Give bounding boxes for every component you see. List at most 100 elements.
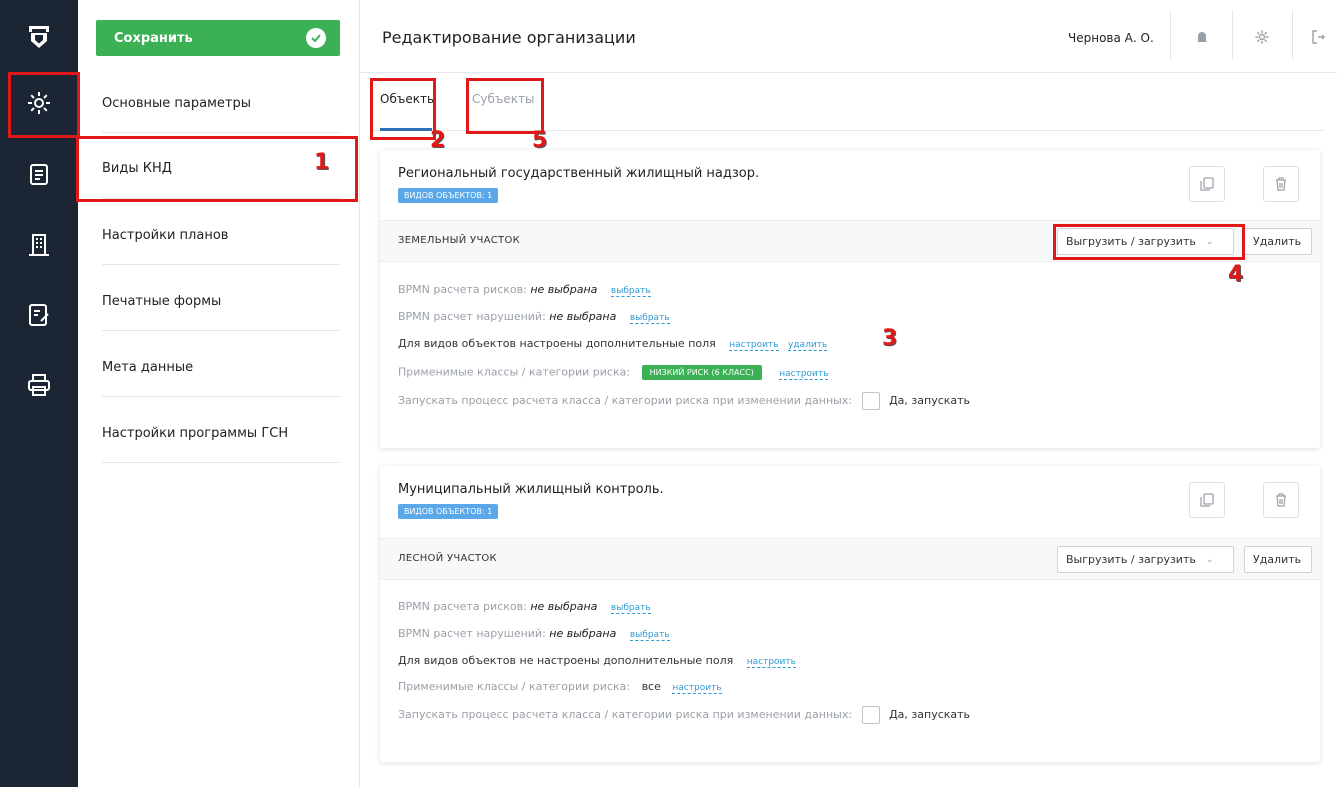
extra-fields-row: Для видов объектов не настроены дополнит… xyxy=(398,654,796,668)
process-row: Запускать процесс расчета класса / катег… xyxy=(398,706,970,724)
row-value: не выбрана xyxy=(549,310,617,323)
logout-icon[interactable] xyxy=(1303,22,1333,52)
divider xyxy=(102,330,340,331)
annotation-number-1: 1 xyxy=(314,150,330,175)
sidebar-item-gsn-settings[interactable]: Настройки программы ГСН xyxy=(102,426,340,441)
bpmn-risk-row: BPMN расчета рисков: не выбрана выбрать xyxy=(398,600,651,614)
divider xyxy=(1292,10,1293,60)
checkbox-label: Да, запускать xyxy=(889,708,971,721)
risk-class-badge: низкий риск (6 класс) xyxy=(641,365,762,380)
object-count-badge: видов объектов: 1 xyxy=(398,188,499,203)
trash-icon xyxy=(1276,493,1286,507)
annotation-frame-2 xyxy=(370,78,436,140)
copy-icon xyxy=(1200,177,1214,191)
sidebar-item-label: Настройки программы ГСН xyxy=(102,426,289,441)
knd-card: Муниципальный жилищный контроль. видов о… xyxy=(380,466,1320,762)
row-label: BPMN расчета рисков: xyxy=(398,600,527,613)
select-bpmn-risk-link[interactable]: выбрать xyxy=(610,603,651,614)
annotation-number-2: 2 xyxy=(430,128,446,153)
annotation-frame-gear xyxy=(8,72,80,138)
save-button-label: Сохранить xyxy=(114,30,193,46)
annotation-frame-5 xyxy=(466,78,544,134)
configure-classes-link[interactable]: настроить xyxy=(672,683,722,694)
edit-doc-icon[interactable] xyxy=(14,290,64,340)
extra-fields-row: Для видов объектов настроены дополнитель… xyxy=(398,337,828,351)
row-value: не выбрана xyxy=(549,627,617,640)
button-label: Удалить xyxy=(1253,235,1302,248)
card-title: Региональный государственный жилищный на… xyxy=(398,166,760,181)
row-label: Запускать процесс расчета класса / катег… xyxy=(398,394,853,407)
annotation-frame-4 xyxy=(1053,224,1245,260)
divider xyxy=(102,264,340,265)
building-icon[interactable] xyxy=(14,220,64,270)
trash-icon xyxy=(1276,177,1286,191)
sidebar-item-main-params[interactable]: Основные параметры xyxy=(102,96,340,111)
bpmn-risk-row: BPMN расчета рисков: не выбрана выбрать xyxy=(398,283,651,297)
copy-button[interactable] xyxy=(1189,482,1225,518)
object-type-row: лесной участок Выгрузить / загрузить ⌄ У… xyxy=(380,538,1320,580)
sidebar-item-print-forms[interactable]: Печатные формы xyxy=(102,294,340,309)
delete-fields-link[interactable]: удалить xyxy=(788,340,828,351)
select-bpmn-violation-link[interactable]: выбрать xyxy=(629,313,670,324)
card-title: Муниципальный жилищный контроль. xyxy=(398,482,664,497)
list-icon[interactable] xyxy=(14,150,64,200)
bpmn-violation-row: BPMN расчет нарушений: не выбрана выбрат… xyxy=(398,627,670,641)
button-label: Удалить xyxy=(1253,553,1302,566)
export-import-dropdown[interactable]: Выгрузить / загрузить ⌄ xyxy=(1057,546,1234,573)
row-value: не выбрана xyxy=(530,283,598,296)
select-bpmn-risk-link[interactable]: выбрать xyxy=(610,286,651,297)
knd-card: Региональный государственный жилищный на… xyxy=(380,150,1320,448)
row-label: Для видов объектов настроены дополнитель… xyxy=(398,337,716,350)
copy-button[interactable] xyxy=(1189,166,1225,202)
delete-object-button[interactable]: Удалить xyxy=(1244,228,1312,255)
logo-icon[interactable] xyxy=(14,12,64,62)
sidebar-item-label: Основные параметры xyxy=(102,96,251,111)
save-button[interactable]: Сохранить xyxy=(96,20,340,56)
row-label: BPMN расчета рисков: xyxy=(398,283,527,296)
row-value: не выбрана xyxy=(530,600,598,613)
settings-icon[interactable] xyxy=(1247,22,1277,52)
divider xyxy=(102,396,340,397)
delete-card-button[interactable] xyxy=(1263,166,1299,202)
sidebar-item-label: Печатные формы xyxy=(102,294,222,309)
bpmn-violation-row: BPMN расчет нарушений: не выбрана выбрат… xyxy=(398,310,670,324)
sidebar-item-plan-settings[interactable]: Настройки планов xyxy=(102,228,340,243)
settings-sidebar: Сохранить Основные параметры Виды КНД На… xyxy=(78,0,360,787)
row-label: Для видов объектов не настроены дополнит… xyxy=(398,654,734,667)
annotation-number-3: 3 xyxy=(882,326,898,351)
row-label: Применимые классы / категории риска: xyxy=(398,680,631,693)
configure-classes-link[interactable]: настроить xyxy=(779,368,829,380)
divider xyxy=(102,132,340,133)
annotation-number-5: 5 xyxy=(532,128,548,153)
risk-classes-row: Применимые классы / категории риска: низ… xyxy=(398,365,829,380)
chevron-down-icon: ⌄ xyxy=(1205,554,1214,565)
annotation-number-4: 4 xyxy=(1228,262,1244,287)
run-process-checkbox[interactable] xyxy=(861,706,880,724)
dropdown-label: Выгрузить / загрузить xyxy=(1066,553,1196,566)
row-label: BPMN расчет нарушений: xyxy=(398,627,546,640)
divider xyxy=(1170,10,1171,60)
process-row: Запускать процесс расчета класса / катег… xyxy=(398,392,970,410)
object-count-badge: видов объектов: 1 xyxy=(398,504,499,519)
divider xyxy=(102,462,340,463)
divider xyxy=(360,72,1337,73)
select-bpmn-violation-link[interactable]: выбрать xyxy=(629,630,670,641)
bell-icon[interactable] xyxy=(1187,22,1217,52)
risk-classes-row: Применимые классы / категории риска: все… xyxy=(398,680,722,694)
delete-object-button[interactable]: Удалить xyxy=(1244,546,1312,573)
user-name[interactable]: Чернова А. О. xyxy=(1068,31,1154,45)
delete-card-button[interactable] xyxy=(1263,482,1299,518)
check-icon xyxy=(306,28,326,48)
checkbox-label: Да, запускать xyxy=(889,394,971,407)
row-label: BPMN расчет нарушений: xyxy=(398,310,546,323)
run-process-checkbox[interactable] xyxy=(861,392,880,410)
sidebar-item-metadata[interactable]: Мета данные xyxy=(102,360,340,375)
printer-icon[interactable] xyxy=(14,360,64,410)
row-label: Запускать процесс расчета класса / катег… xyxy=(398,708,853,721)
object-type-name: лесной участок xyxy=(398,553,497,564)
sidebar-item-label: Настройки планов xyxy=(102,228,229,243)
configure-fields-link[interactable]: настроить xyxy=(729,340,779,351)
configure-fields-link[interactable]: настроить xyxy=(746,657,796,668)
object-type-name: земельный участок xyxy=(398,235,521,246)
divider xyxy=(1232,10,1233,60)
